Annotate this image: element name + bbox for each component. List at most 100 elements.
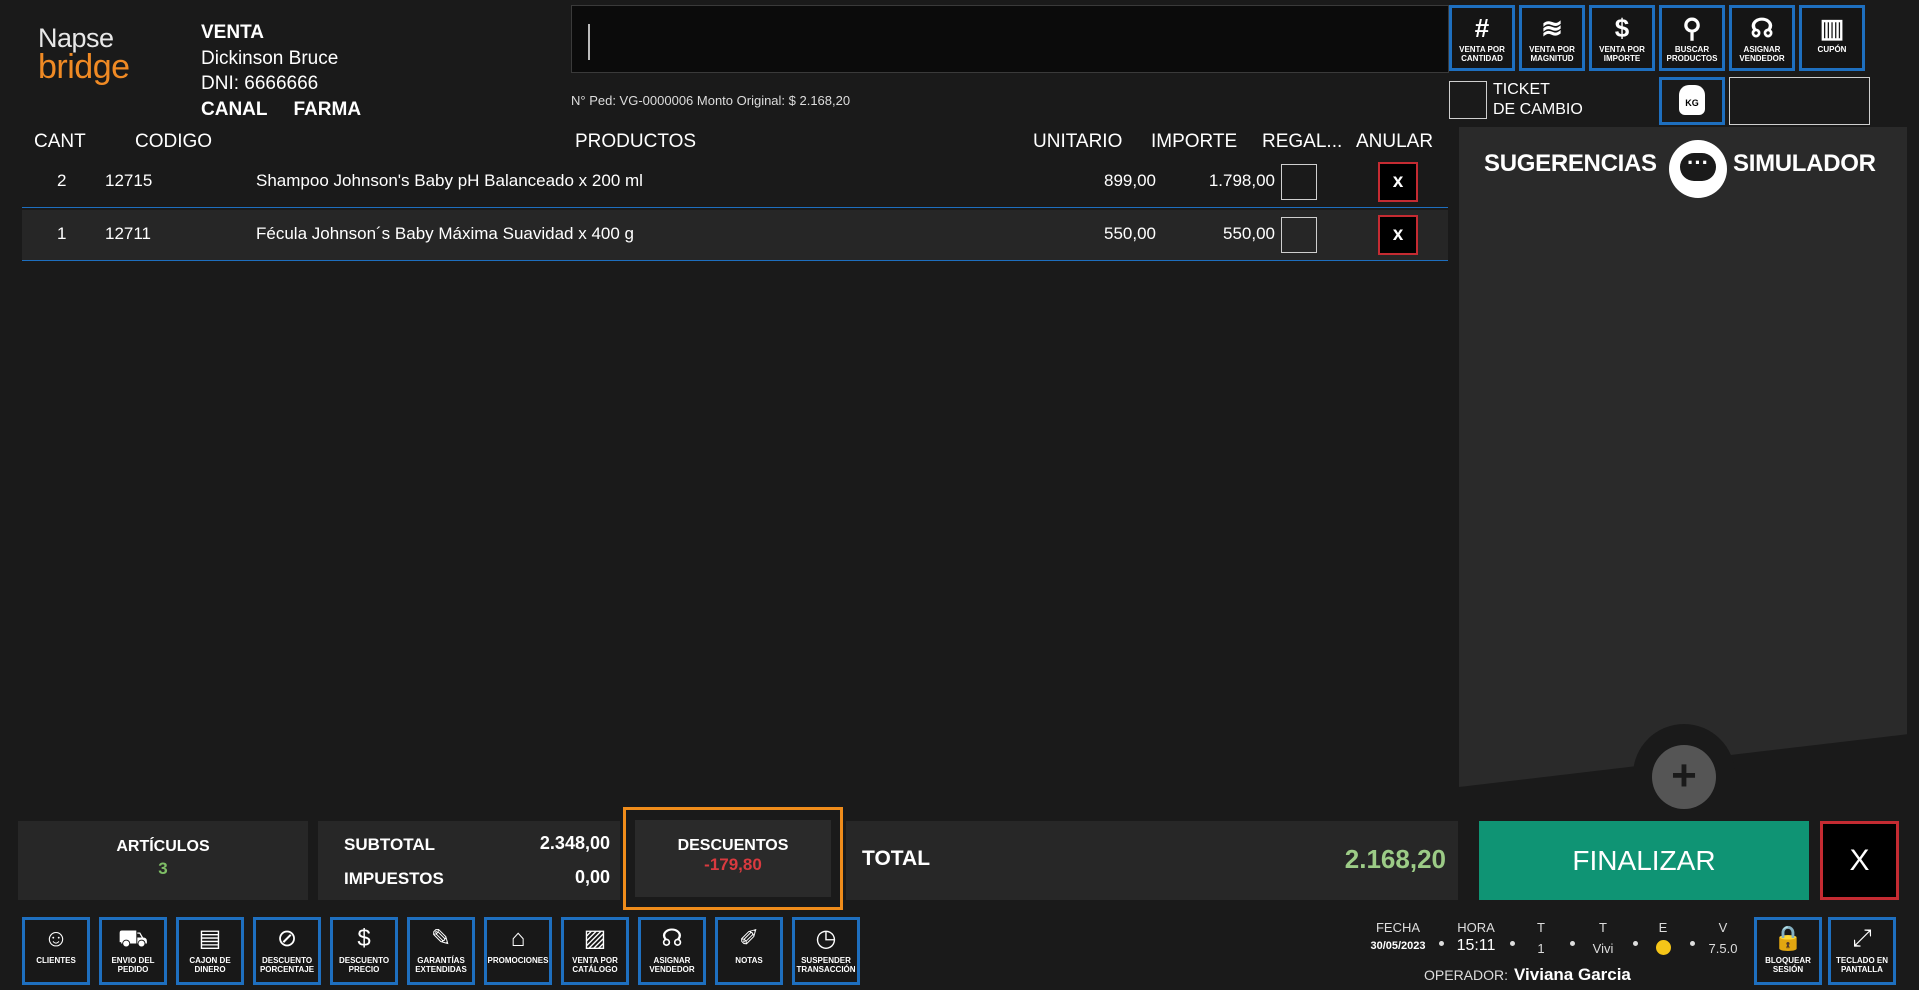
- fecha-label: FECHA: [1375, 920, 1421, 935]
- total-value: 2.168,20: [1344, 844, 1446, 874]
- item-producto: Shampoo Johnson's Baby pH Balanceado x 2…: [256, 171, 643, 190]
- t2-status: T Vivi: [1585, 920, 1621, 956]
- anular-button[interactable]: x: [1378, 215, 1418, 255]
- magnifier-icon: ⚲: [1682, 13, 1702, 43]
- button-label: DESCUENTO PRECIO: [338, 956, 390, 974]
- person-icon: ☺: [43, 925, 69, 952]
- simulador-tab[interactable]: SIMULADOR: [1733, 150, 1876, 178]
- drawer-icon: ▤: [198, 925, 222, 952]
- bloquear-sesion-button[interactable]: 🔒 BLOQUEAR SESIÓN: [1754, 917, 1822, 985]
- barcode-icon: ▥: [1819, 13, 1845, 43]
- item-unitario: 550,00: [1104, 224, 1156, 243]
- col-regalo: REGAL...: [1262, 131, 1343, 152]
- descuento-precio-button[interactable]: $ DESCUENTO PRECIO: [330, 917, 398, 985]
- v-label: V: [1718, 920, 1728, 935]
- button-label: CAJON DE DINERO: [189, 956, 231, 974]
- promociones-button[interactable]: ⌂ PROMOCIONES: [484, 917, 552, 985]
- ticket-de-cambio-label: TICKET DE CAMBIO: [1493, 81, 1583, 118]
- envio-pedido-button[interactable]: ⛟ ENVIO DEL PEDIDO: [99, 917, 167, 985]
- descuento-porcentaje-button[interactable]: ⊘ DESCUENTO PORCENTAJE: [253, 917, 321, 985]
- button-label: ASIGNAR VENDEDOR: [1739, 45, 1785, 63]
- add-button[interactable]: +: [1652, 745, 1716, 809]
- item-codigo: 12711: [105, 224, 152, 243]
- sugerencias-tab[interactable]: SUGERENCIAS: [1484, 150, 1657, 178]
- hora-label: HORA: [1457, 920, 1495, 935]
- text-caret: [588, 24, 590, 60]
- cancel-transaction-button[interactable]: X: [1820, 821, 1899, 900]
- button-label: PROMOCIONES: [487, 956, 549, 965]
- operador-value: Viviana Garcia: [1514, 965, 1631, 984]
- farma-label: FARMA: [293, 98, 362, 120]
- total-label: TOTAL: [862, 847, 931, 870]
- customer-dni: DNI: 6666666: [201, 73, 319, 94]
- expand-icon: ⤢: [1852, 925, 1872, 952]
- cajon-dinero-button[interactable]: ▤ CAJON DE DINERO: [176, 917, 244, 985]
- regalo-checkbox[interactable]: [1281, 217, 1317, 253]
- product-scan-input[interactable]: [571, 5, 1449, 73]
- col-anular: ANULAR: [1356, 131, 1434, 152]
- chat-bubble-icon[interactable]: ···: [1669, 140, 1727, 198]
- separator-dot: [1633, 941, 1638, 946]
- notas-button[interactable]: ✐ NOTAS: [715, 917, 783, 985]
- venta-por-magnitud-button[interactable]: ≋ VENTA POR MAGNITUD: [1519, 5, 1585, 71]
- subtotal-label: SUBTOTAL: [344, 835, 435, 854]
- cupon-button[interactable]: ▥ CUPÓN: [1799, 5, 1865, 71]
- venta-por-cantidad-button[interactable]: # VENTA POR CANTIDAD: [1449, 5, 1515, 71]
- scale-button[interactable]: KG: [1659, 77, 1725, 125]
- weight-display: [1729, 77, 1870, 125]
- garantias-extendidas-button[interactable]: ✎ GARANTÍAS EXTENDIDAS: [407, 917, 475, 985]
- suspender-transaccion-button[interactable]: ◷ SUSPENDER TRANSACCIÓN: [792, 917, 860, 985]
- anular-button[interactable]: x: [1378, 162, 1418, 202]
- operador-status: OPERADOR: Viviana Garcia: [1424, 965, 1631, 985]
- hora-value: 15:11: [1456, 937, 1496, 954]
- teclado-pantalla-button[interactable]: ⤢ TECLADO EN PANTALLA: [1828, 917, 1896, 985]
- impuestos-label: IMPUESTOS: [344, 869, 444, 888]
- articulos-label: ARTÍCULOS: [116, 838, 210, 855]
- lock-icon: 🔒: [1773, 925, 1803, 952]
- v-status: V 7.5.0: [1703, 920, 1743, 956]
- operador-label: OPERADOR:: [1424, 967, 1509, 983]
- venta-catalogo-button[interactable]: ▨ VENTA POR CATÁLOGO: [561, 917, 629, 985]
- button-label: CUPÓN: [1817, 45, 1847, 54]
- headset-icon: ☊: [661, 925, 683, 952]
- item-cant: 1: [57, 224, 67, 243]
- customer-name: Dickinson Bruce: [201, 47, 339, 69]
- clock-icon: ◷: [815, 925, 837, 952]
- button-label: BUSCAR PRODUCTOS: [1666, 45, 1718, 63]
- buscar-productos-button[interactable]: ⚲ BUSCAR PRODUCTOS: [1659, 5, 1725, 71]
- button-label: SUSPENDER TRANSACCIÓN: [796, 956, 856, 974]
- status-light-icon: [1655, 940, 1671, 955]
- hora-status: HORA 15:11: [1452, 920, 1500, 955]
- finalizar-button[interactable]: FINALIZAR: [1479, 821, 1809, 900]
- layers-icon: ≋: [1541, 13, 1563, 43]
- channel-info: CANAL FARMA: [201, 97, 387, 123]
- v-value: 7.5.0: [1708, 941, 1738, 956]
- table-row[interactable]: 2 12715 Shampoo Johnson's Baby pH Balanc…: [22, 157, 1448, 208]
- descuentos-panel[interactable]: DESCUENTOS -179,80: [623, 807, 843, 910]
- sale-mode: VENTA: [201, 22, 264, 43]
- button-label: VENTA POR IMPORTE: [1599, 45, 1645, 63]
- tag-icon: ⌂: [510, 925, 526, 952]
- separator-dot: [1570, 941, 1575, 946]
- separator-dot: [1510, 941, 1515, 946]
- clientes-button[interactable]: ☺ CLIENTES: [22, 917, 90, 985]
- table-row[interactable]: 1 12711 Fécula Johnson´s Baby Máxima Sua…: [22, 210, 1448, 261]
- logo-line2: bridge: [38, 48, 130, 86]
- note-icon: ✐: [738, 925, 760, 952]
- subtotal-value: 2.348,00: [539, 833, 610, 853]
- col-cant: CANT: [34, 131, 86, 152]
- button-label: VENTA POR CATÁLOGO: [572, 956, 618, 974]
- t1-value: 1: [1537, 941, 1545, 956]
- t1-label: T: [1537, 920, 1545, 935]
- venta-por-importe-button[interactable]: $ VENTA POR IMPORTE: [1589, 5, 1655, 71]
- e-label: E: [1658, 920, 1668, 935]
- regalo-checkbox[interactable]: [1281, 164, 1317, 200]
- asignar-vendedor-button[interactable]: ☊ ASIGNAR VENDEDOR: [638, 917, 706, 985]
- dollar-icon: $: [1614, 13, 1630, 43]
- t2-label: T: [1599, 920, 1607, 935]
- napse-bridge-logo: Napse bridge: [38, 24, 148, 94]
- asignar-vendedor-top-button[interactable]: ☊ ASIGNAR VENDEDOR: [1729, 5, 1795, 71]
- percent-icon: ⊘: [276, 925, 298, 952]
- item-importe: 550,00: [1223, 224, 1275, 243]
- ticket-de-cambio-checkbox[interactable]: [1449, 81, 1487, 119]
